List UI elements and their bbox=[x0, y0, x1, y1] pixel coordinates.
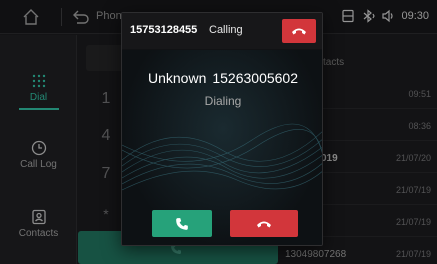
answer-button[interactable] bbox=[152, 210, 212, 237]
decline-button[interactable] bbox=[230, 210, 298, 237]
caller-name: Unknown bbox=[147, 70, 207, 86]
call-body: Unknown 15263005602 Dialing bbox=[122, 50, 322, 245]
wave-decoration bbox=[122, 123, 322, 191]
phone-icon bbox=[176, 218, 188, 230]
banner-status: Calling bbox=[209, 24, 243, 36]
hang-up-icon bbox=[257, 221, 271, 228]
hang-up-icon bbox=[292, 28, 306, 35]
call-status-text: Dialing bbox=[204, 94, 242, 108]
caller-number: 15263005602 bbox=[212, 70, 299, 86]
banner-number: 15753128455 bbox=[130, 24, 198, 36]
call-banner: 15753128455 Calling bbox=[122, 13, 322, 49]
call-dialog: 15753128455 Calling Unknown 15263005602 D… bbox=[121, 12, 323, 246]
banner-hangup-button[interactable] bbox=[282, 19, 316, 43]
caller-info: Unknown 15263005602 bbox=[122, 70, 322, 86]
